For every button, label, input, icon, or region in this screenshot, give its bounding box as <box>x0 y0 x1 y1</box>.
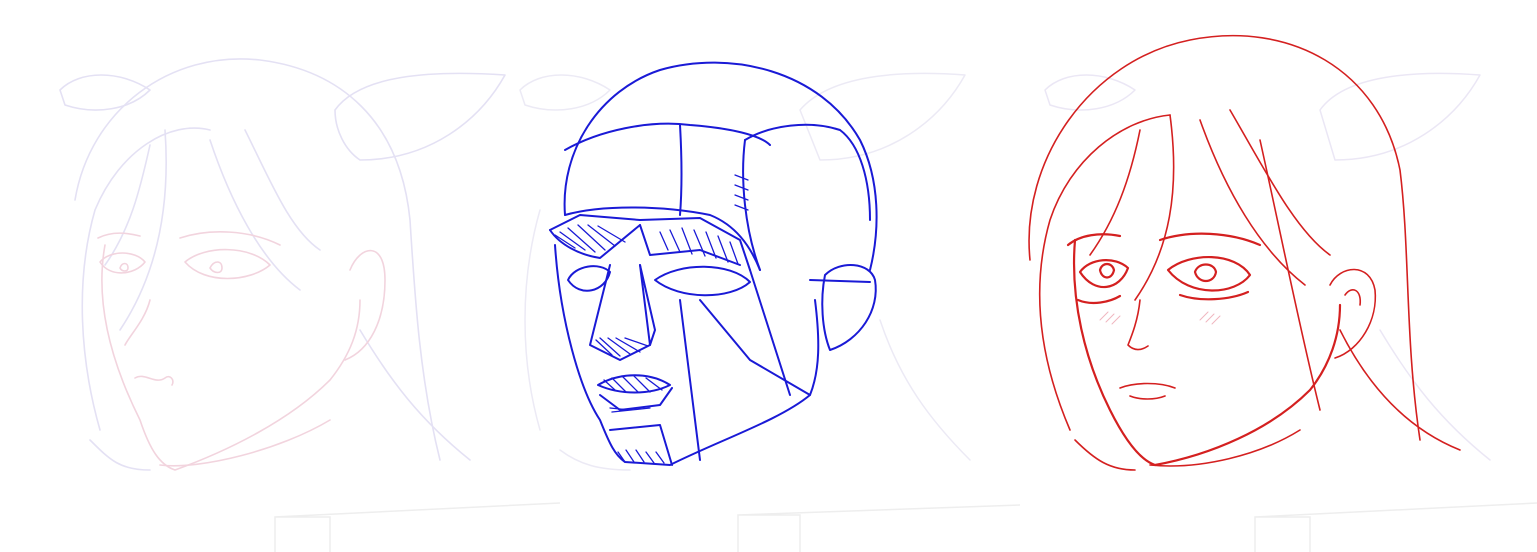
nose-planes <box>589 264 651 361</box>
hair-outline-3 <box>1028 34 1421 441</box>
cranium-outline <box>563 61 878 271</box>
box-guide-middle <box>737 504 1021 552</box>
blush-hatching <box>1099 311 1221 325</box>
box-guide-right <box>1254 502 1537 552</box>
ear-3 <box>1329 268 1377 359</box>
brow-right-3 <box>1158 232 1262 247</box>
mouth <box>134 375 174 386</box>
ghost-bun-left <box>519 74 611 111</box>
ghost-bun-right <box>799 72 966 161</box>
hatching-temple <box>734 174 749 211</box>
box-guide-left <box>274 502 561 552</box>
hatching-chin <box>617 449 665 464</box>
panel-1-faded-sketch <box>59 58 506 471</box>
ghost-bun-left-3 <box>1044 74 1136 111</box>
nose <box>124 299 151 346</box>
hair-bun-right <box>334 72 506 161</box>
mouth-3 <box>1119 382 1176 400</box>
ear-planes <box>821 263 877 351</box>
panel-2-planar-head <box>519 61 971 471</box>
box-guides <box>274 502 1537 552</box>
hatching-nose <box>595 337 649 357</box>
eye-socket-right <box>654 265 751 297</box>
ghost-bun-right-3 <box>1319 72 1481 161</box>
hair-bun-left <box>59 74 151 111</box>
eye-right-3 <box>1166 255 1252 292</box>
nose-3 <box>1127 299 1149 351</box>
eye-right <box>184 248 271 280</box>
three-stage-head-drawing <box>59 34 1537 552</box>
panel-3-line-art <box>1028 34 1491 471</box>
